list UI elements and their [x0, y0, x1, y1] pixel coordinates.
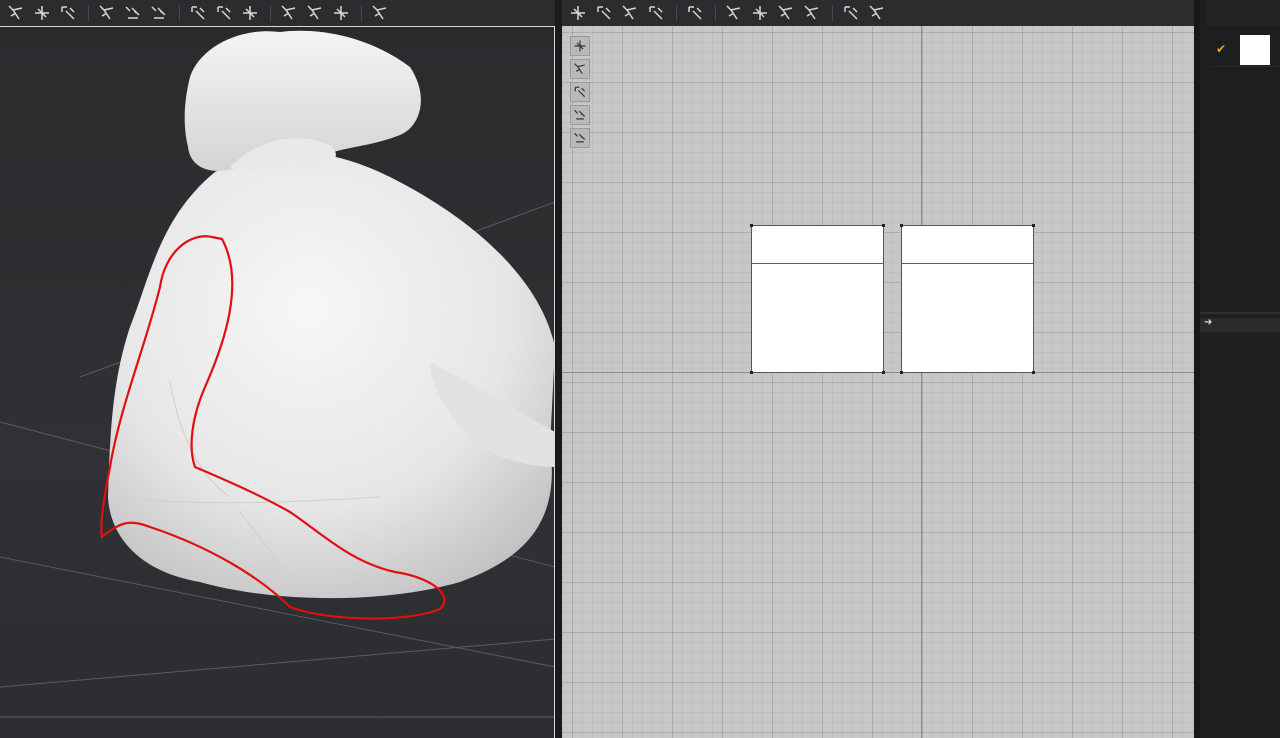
ruler-icon [869, 5, 884, 20]
lock-layer-button[interactable] [570, 128, 590, 148]
fold-arrange-icon [99, 5, 114, 20]
pattern-point[interactable] [750, 224, 753, 227]
toolbar-separator [715, 5, 716, 21]
avatar-measure-tool-button[interactable] [277, 2, 301, 24]
select-mesh-tool-button[interactable] [4, 2, 28, 24]
line-tool-button[interactable] [839, 2, 863, 24]
fabric-swatch[interactable] [1240, 35, 1270, 65]
gizmo-move-icon [372, 5, 387, 20]
iron-tool-button[interactable] [683, 2, 707, 24]
seam-line [902, 263, 1033, 264]
toolbar-separator [676, 5, 677, 21]
line-icon [844, 6, 858, 20]
m-n-sewing-tool-button[interactable] [618, 2, 642, 24]
viewport-2d[interactable] [562, 26, 1194, 738]
info-button[interactable] [570, 82, 590, 102]
fold-arrange-tool-button[interactable] [95, 2, 119, 24]
lock-layer-icon [574, 132, 586, 143]
pin-icon [151, 6, 166, 19]
object-browser-panel: ✔ ➜ [1194, 0, 1280, 738]
tack-2d-icon [778, 5, 793, 20]
button-icon [217, 6, 231, 20]
transform-tool-button[interactable] [56, 2, 80, 24]
check-sewing-tool-button[interactable] [644, 2, 668, 24]
pattern-point[interactable] [882, 371, 885, 374]
select-mesh-icon [8, 5, 23, 20]
pattern-piece-left[interactable] [750, 224, 885, 374]
edge-tool-button[interactable] [329, 2, 353, 24]
edit-pattern-icon [35, 6, 49, 20]
fabric-icon [574, 109, 586, 120]
view-splitter[interactable] [555, 0, 562, 738]
pattern-point[interactable] [900, 224, 903, 227]
info-icon [574, 86, 586, 98]
segment-sewing-icon [571, 6, 585, 20]
lock-icon [243, 6, 257, 20]
free-sewing-icon [597, 6, 611, 20]
shirt-button[interactable] [570, 59, 590, 79]
side-toolbar [570, 36, 590, 148]
toolbar-separator [88, 5, 89, 21]
fold-tool-button[interactable] [748, 2, 772, 24]
tack-icon [125, 6, 140, 19]
toolbar-separator [361, 5, 362, 21]
point-add-icon [191, 6, 205, 20]
avatar-measure-icon [281, 5, 296, 20]
pattern-piece-right[interactable] [900, 224, 1035, 374]
toolbar-2d [562, 0, 1200, 26]
pattern-point[interactable] [750, 371, 753, 374]
point-add-tool-button[interactable] [186, 2, 210, 24]
garment-fit-icon [726, 5, 741, 20]
pattern-point[interactable] [900, 371, 903, 374]
panel-header [1206, 0, 1280, 26]
flatten-tool-button[interactable] [303, 2, 327, 24]
gizmo-move-tool-button[interactable] [368, 2, 392, 24]
pin-2d-icon [804, 5, 819, 20]
bag-body [108, 151, 554, 599]
garment-fit-tool-button[interactable] [722, 2, 746, 24]
tack-2d-tool-button[interactable] [774, 2, 798, 24]
toolbar-separator [179, 5, 180, 21]
y-axis-line [921, 26, 922, 738]
flatten-icon [307, 5, 322, 20]
m-n-sewing-icon [622, 5, 637, 20]
pattern-point[interactable] [882, 224, 885, 227]
viewport-3d[interactable] [0, 26, 555, 738]
seam-line [752, 263, 883, 264]
fabric-button[interactable] [570, 105, 590, 125]
toolbar-3d [0, 0, 556, 26]
check-sewing-icon [649, 6, 663, 20]
shirt-icon [574, 63, 585, 74]
tack-tool-button[interactable] [121, 2, 145, 24]
check-icon: ✔ [1216, 42, 1227, 56]
segment-sewing-tool-button[interactable] [566, 2, 590, 24]
needle-button[interactable] [570, 36, 590, 56]
edit-pattern-tool-button[interactable] [30, 2, 54, 24]
panel-divider[interactable] [1200, 312, 1280, 314]
iron-icon [688, 6, 702, 20]
pin-2d-tool-button[interactable] [800, 2, 824, 24]
button-tool-button[interactable] [212, 2, 236, 24]
needle-icon [574, 40, 586, 52]
lock-tool-button[interactable] [238, 2, 262, 24]
garment-3d-view [0, 30, 554, 718]
toolbar-separator [832, 5, 833, 21]
transform-icon [61, 6, 75, 20]
expand-arrow-icon[interactable]: ➜ [1204, 317, 1212, 328]
toolbar-separator [270, 5, 271, 21]
pattern-point[interactable] [1032, 224, 1035, 227]
edge-icon [334, 6, 348, 20]
free-sewing-tool-button[interactable] [592, 2, 616, 24]
pin-tool-button[interactable] [147, 2, 171, 24]
pattern-point[interactable] [1032, 371, 1035, 374]
ruler-tool-button[interactable] [865, 2, 889, 24]
fold-icon [753, 6, 767, 20]
